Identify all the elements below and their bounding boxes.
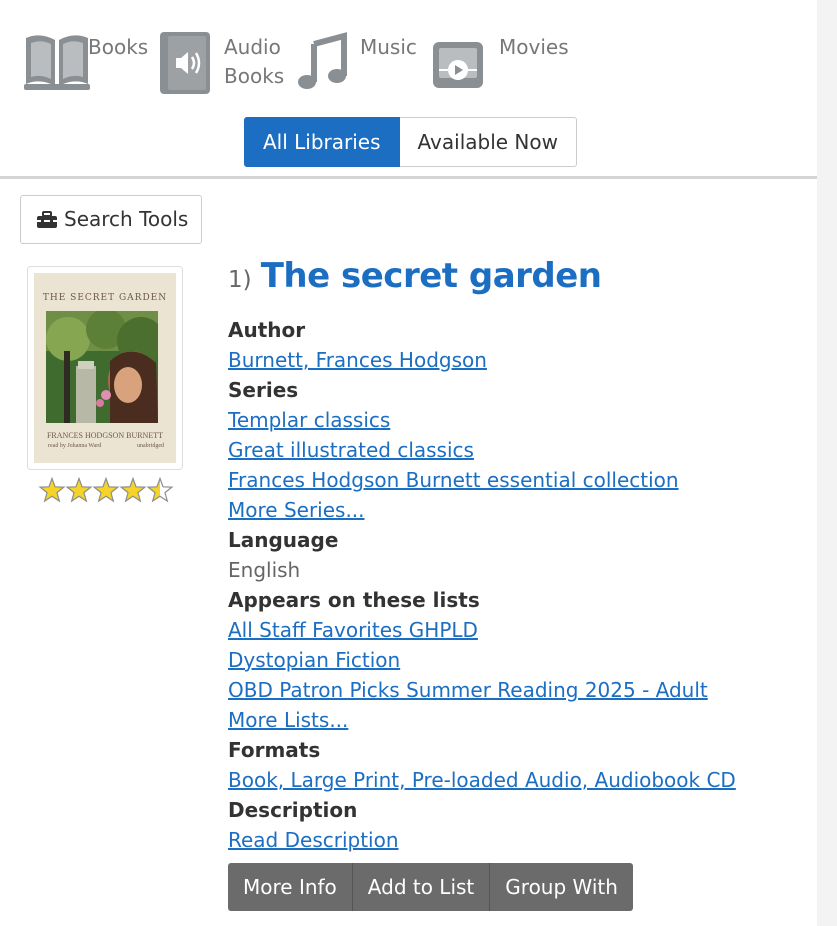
star-icon [119, 476, 147, 503]
star-icon [92, 476, 120, 503]
read-description-link[interactable]: Read Description [228, 825, 736, 855]
add-to-list-button[interactable]: Add to List [352, 863, 491, 911]
cover-title-text: THE SECRET GARDEN [42, 293, 168, 303]
series-link[interactable]: Templar classics [228, 405, 736, 435]
library-scope-toggle: All Libraries Available Now [244, 117, 577, 167]
language-value: English [228, 558, 301, 582]
cover-subline: read by Johanna Ward unabridged [48, 443, 164, 449]
star-icon [65, 476, 93, 503]
series-link[interactable]: Frances Hodgson Burnett essential collec… [228, 465, 736, 495]
list-link[interactable]: Dystopian Fiction [228, 645, 736, 675]
author-link[interactable]: Burnett, Frances Hodgson [228, 345, 736, 375]
search-tools-label: Search Tools [64, 207, 189, 231]
format-books[interactable]: Books [22, 30, 148, 100]
format-audio-books-label-line1: Audio [224, 35, 281, 59]
result-actions: More Info Add to List Group With [228, 863, 633, 911]
toolbox-icon [37, 210, 57, 228]
formats-label: Formats [228, 738, 321, 762]
available-now-button[interactable]: Available Now [399, 117, 577, 167]
cover-edition-text: unabridged [137, 443, 164, 449]
format-movies[interactable]: Movies [431, 30, 569, 100]
description-label: Description [228, 798, 358, 822]
result-title-row: 1) The secret garden [228, 256, 602, 296]
scrollbar-gutter[interactable] [817, 0, 837, 926]
star-icon [146, 476, 174, 503]
series-link[interactable]: Great illustrated classics [228, 435, 736, 465]
format-audio-books-label-line2: Books [224, 64, 285, 88]
format-music[interactable]: Music [296, 30, 417, 100]
result-number: 1) [228, 267, 252, 293]
series-label: Series [228, 378, 299, 402]
group-with-button[interactable]: Group With [490, 863, 633, 911]
more-series-link[interactable]: More Series... [228, 495, 736, 525]
format-books-label: Books [88, 35, 149, 59]
result-details: Author Burnett, Frances Hodgson Series T… [228, 315, 736, 855]
format-audio-books[interactable]: Audio Books [158, 30, 284, 104]
list-link[interactable]: OBD Patron Picks Summer Reading 2025 - A… [228, 675, 736, 705]
list-link[interactable]: All Staff Favorites GHPLD [228, 615, 736, 645]
all-libraries-button[interactable]: All Libraries [244, 117, 400, 167]
format-music-label: Music [360, 35, 417, 59]
cover-reader-text: read by Johanna Ward [48, 443, 102, 449]
rating-stars[interactable] [38, 476, 174, 504]
lists-label: Appears on these lists [228, 588, 480, 612]
format-movies-label: Movies [499, 35, 569, 59]
music-note-icon [296, 30, 348, 100]
format-audio-books-label: Audio Books [224, 33, 284, 91]
movie-icon [431, 30, 485, 100]
divider [0, 176, 817, 179]
search-tools-button[interactable]: Search Tools [20, 195, 202, 244]
more-info-button[interactable]: More Info [228, 863, 353, 911]
star-icon [38, 476, 66, 503]
audiobook-icon [158, 30, 212, 104]
language-label: Language [228, 528, 339, 552]
result-title-link[interactable]: The secret garden [261, 256, 602, 296]
formats-link[interactable]: Book, Large Print, Pre-loaded Audio, Aud… [228, 765, 736, 795]
cover-illustration [46, 311, 158, 423]
more-lists-link[interactable]: More Lists... [228, 705, 736, 735]
cover-image-link[interactable]: THE SECRET GARDEN FRANCES HODGSON BURNET… [27, 266, 183, 470]
cover-author-text: FRANCES HODGSON BURNETT [46, 431, 163, 440]
author-label: Author [228, 318, 306, 342]
book-icon [22, 30, 92, 100]
cover-image: THE SECRET GARDEN FRANCES HODGSON BURNET… [34, 273, 176, 463]
